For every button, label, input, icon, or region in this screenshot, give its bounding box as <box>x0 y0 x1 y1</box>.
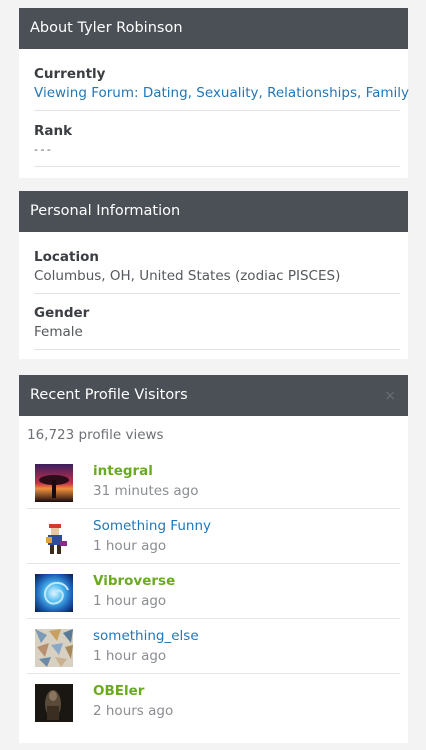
visitor-list: integral 31 minutes ago Something Funny … <box>19 454 408 729</box>
visitor-item-vibroverse: Vibroverse 1 hour ago <box>27 564 400 619</box>
rank-label: Rank <box>34 123 73 139</box>
avatar[interactable] <box>35 684 73 722</box>
recent-visitors-panel: Recent Profile Visitors × 16,723 profile… <box>19 375 408 743</box>
profile-views-count: 16,723 profile views <box>27 427 164 443</box>
personal-info-body: Location Columbus, OH, United States (zo… <box>19 232 408 350</box>
visitor-name-link[interactable]: something_else <box>93 627 199 645</box>
visitor-time: 31 minutes ago <box>93 483 199 499</box>
visitor-time: 1 hour ago <box>93 538 167 554</box>
visitor-time: 1 hour ago <box>93 648 167 664</box>
visitor-name-link[interactable]: Vibroverse <box>93 572 175 590</box>
location-value: Columbus, OH, United States (zodiac PISC… <box>34 268 341 284</box>
personal-info-panel: Personal Information Location Columbus, … <box>19 191 408 359</box>
about-panel-header: About Tyler Robinson <box>19 8 408 49</box>
avatar[interactable] <box>35 574 73 612</box>
personal-info-header: Personal Information <box>19 191 408 232</box>
visitor-time: 1 hour ago <box>93 593 167 609</box>
about-panel-body: Currently Viewing Forum: Dating, Sexuali… <box>19 49 409 167</box>
location-label: Location <box>34 249 99 265</box>
rank-value: - - - <box>34 143 51 156</box>
visitor-item-something-else: something_else 1 hour ago <box>27 619 400 674</box>
recent-visitors-title: Recent Profile Visitors <box>30 387 188 403</box>
avatar[interactable] <box>35 629 73 667</box>
avatar[interactable] <box>35 464 73 502</box>
recent-visitors-header: Recent Profile Visitors × <box>19 375 408 416</box>
visitor-name-link[interactable]: integral <box>93 462 153 480</box>
close-icon[interactable]: × <box>384 375 396 418</box>
visitor-name-link[interactable]: OBEler <box>93 682 144 700</box>
gender-label: Gender <box>34 305 90 321</box>
avatar[interactable] <box>35 519 73 557</box>
visitor-name-link[interactable]: Something Funny <box>93 517 211 535</box>
visitor-item-integral: integral 31 minutes ago <box>27 454 400 509</box>
gender-value: Female <box>34 324 83 340</box>
rank-field: Rank - - - <box>34 111 400 167</box>
visitor-item-obeler: OBEler 2 hours ago <box>27 674 400 729</box>
about-panel: About Tyler Robinson Currently Viewing F… <box>19 8 409 178</box>
currently-value-link[interactable]: Viewing Forum: Dating, Sexuality, Relati… <box>34 83 409 103</box>
location-field: Location Columbus, OH, United States (zo… <box>34 232 400 294</box>
currently-field: Currently Viewing Forum: Dating, Sexuali… <box>34 49 409 111</box>
currently-label: Currently <box>34 66 106 82</box>
gender-field: Gender Female <box>34 294 400 350</box>
visitor-item-something-funny: Something Funny 1 hour ago <box>27 509 400 564</box>
visitor-time: 2 hours ago <box>93 703 174 719</box>
